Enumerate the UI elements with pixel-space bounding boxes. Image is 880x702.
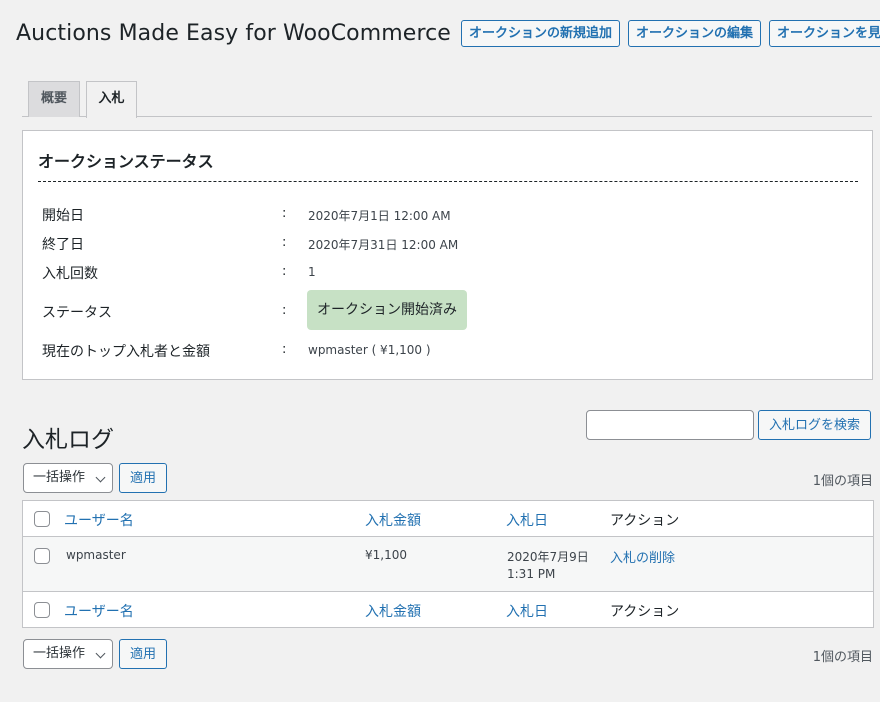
bid-log-search-input[interactable] — [586, 410, 754, 440]
column-bid-date[interactable]: 入札日 — [506, 510, 548, 530]
start-date-value: 2020年7月1日 12:00 AM — [308, 209, 451, 223]
dashed-divider — [38, 181, 858, 182]
colon: : — [282, 235, 287, 250]
bid-count-label: 入札回数 — [42, 266, 98, 282]
auction-status-panel: オークションステータス 開始日 : 2020年7月1日 12:00 AM 終了日… — [22, 130, 873, 380]
status-badge: オークション開始済み — [307, 290, 467, 330]
bulk-action-select-top[interactable]: 一括操作 — [23, 463, 113, 493]
bid-log-table: ユーザー名 入札金額 入札日 アクション wpmaster ¥1,100 202… — [22, 500, 874, 628]
bid-log-title: 入札ログ — [22, 427, 114, 453]
tab-overview[interactable]: 概要 — [28, 81, 80, 117]
delete-bid-link[interactable]: 入札の削除 — [610, 547, 675, 566]
view-auction-button[interactable]: オークションを見る — [768, 20, 880, 47]
column-action-footer: アクション — [610, 604, 680, 620]
apply-button-top[interactable]: 適用 — [119, 463, 167, 493]
row-username: wpmaster — [66, 548, 126, 562]
column-username-footer[interactable]: ユーザー名 — [64, 601, 134, 621]
start-date-label: 開始日 — [42, 208, 84, 224]
select-all-checkbox-footer[interactable] — [34, 602, 50, 618]
table-footer: ユーザー名 入札金額 入札日 アクション — [23, 592, 873, 627]
column-bid-amount-footer[interactable]: 入札金額 — [365, 601, 421, 621]
bid-log-search-button[interactable]: 入札ログを検索 — [758, 410, 871, 440]
page-header: Auctions Made Easy for WooCommerce オークショ… — [16, 20, 880, 47]
bulk-action-select-bottom[interactable]: 一括操作 — [23, 639, 113, 669]
bulk-action-label: 一括操作 — [33, 470, 86, 485]
colon: : — [282, 206, 287, 221]
status-heading: オークションステータス — [38, 152, 214, 171]
chevron-down-icon — [95, 648, 106, 659]
top-bidder-label: 現在のトップ入札者と金額 — [42, 344, 210, 360]
bulk-action-label: 一括操作 — [33, 646, 86, 661]
row-bid-date: 2020年7月9日 — [507, 550, 589, 564]
status-label: ステータス — [42, 305, 112, 321]
apply-button-bottom[interactable]: 適用 — [119, 639, 167, 669]
chevron-down-icon — [95, 472, 106, 483]
column-bid-date-footer[interactable]: 入札日 — [506, 601, 548, 621]
row-checkbox[interactable] — [34, 548, 50, 564]
end-date-value: 2020年7月31日 12:00 AM — [308, 238, 459, 252]
table-header: ユーザー名 入札金額 入札日 アクション — [23, 501, 873, 537]
items-count-bottom: 1個の項目 — [812, 650, 873, 665]
tab-bids[interactable]: 入札 — [86, 81, 137, 118]
select-all-checkbox[interactable] — [34, 511, 50, 527]
table-row: wpmaster ¥1,100 2020年7月9日 1:31 PM 入札の削除 — [23, 537, 873, 592]
row-bid-amount: ¥1,100 — [365, 548, 407, 562]
row-bid-time: 1:31 PM — [507, 567, 556, 581]
colon: : — [282, 264, 287, 279]
bid-count-value: 1 — [308, 265, 316, 279]
edit-auction-button[interactable]: オークションの編集 — [627, 20, 761, 47]
colon: : — [282, 342, 287, 357]
colon: : — [282, 303, 287, 318]
page-title: Auctions Made Easy for WooCommerce — [16, 21, 451, 46]
end-date-label: 終了日 — [42, 237, 84, 253]
tab-bar: 概要 入札 — [22, 81, 872, 118]
column-username[interactable]: ユーザー名 — [64, 510, 134, 530]
items-count-top: 1個の項目 — [812, 474, 873, 489]
column-bid-amount[interactable]: 入札金額 — [365, 510, 421, 530]
add-auction-button[interactable]: オークションの新規追加 — [460, 20, 620, 47]
top-bidder-value: wpmaster ( ¥1,100 ) — [308, 343, 431, 357]
column-action: アクション — [610, 513, 680, 529]
